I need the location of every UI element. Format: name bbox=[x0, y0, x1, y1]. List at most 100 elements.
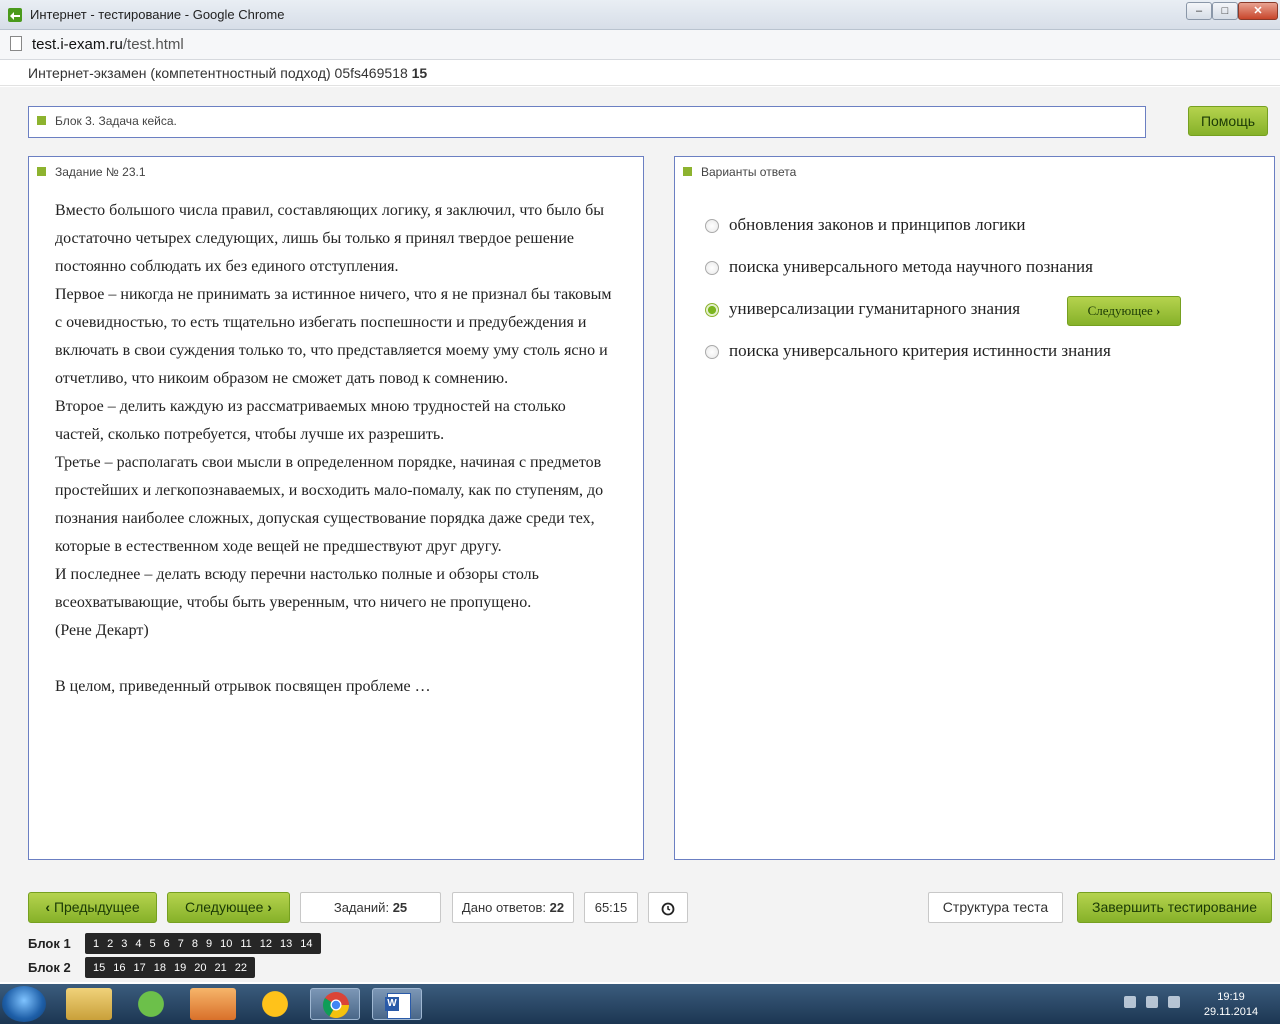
tasks-count-box: Заданий: 25 bbox=[300, 892, 441, 923]
question-number-link[interactable]: 11 bbox=[236, 938, 255, 950]
next-button[interactable]: Следующее › bbox=[167, 892, 290, 923]
address-bar[interactable]: test.i-exam.ru/test.html bbox=[0, 30, 1280, 60]
question-number-link[interactable]: 5 bbox=[146, 938, 160, 950]
chevron-right-icon: › bbox=[1156, 303, 1161, 318]
radio-button[interactable] bbox=[705, 345, 719, 359]
radio-button[interactable] bbox=[705, 219, 719, 233]
help-button[interactable]: Помощь bbox=[1188, 106, 1268, 136]
chrome-logo-icon bbox=[322, 992, 350, 1019]
tasks-count: 25 bbox=[392, 900, 408, 915]
maximize-button[interactable]: □ bbox=[1212, 2, 1238, 20]
question-number-link[interactable]: 15 bbox=[89, 962, 109, 974]
task-paragraph: Вместо большого числа правил, составляющ… bbox=[55, 202, 604, 275]
url-path: /test.html bbox=[122, 36, 184, 53]
answer-option-text: поиска универсального критерия истинност… bbox=[729, 341, 1111, 360]
question-number-link[interactable]: 22 bbox=[231, 962, 251, 974]
clock-button[interactable] bbox=[648, 892, 688, 923]
start-button[interactable] bbox=[2, 986, 46, 1022]
block-2-numbers: 15 16 17 18 19 20 21 22 bbox=[85, 957, 255, 978]
test-structure-button[interactable]: Структура теста bbox=[928, 892, 1063, 923]
question-number-link[interactable]: 4 bbox=[131, 938, 145, 950]
previous-label: Предыдущее bbox=[53, 899, 140, 915]
clock-icon bbox=[661, 902, 675, 915]
task-paragraph: Второе – делить каждую из рассматриваемы… bbox=[55, 398, 566, 443]
task-paragraph: И последнее – делать всюду перечни насто… bbox=[55, 566, 539, 611]
app-icon bbox=[8, 8, 22, 22]
block-1-label: Блок 1 bbox=[28, 936, 71, 951]
explorer-icon[interactable] bbox=[66, 988, 112, 1020]
question-number-link[interactable]: 9 bbox=[202, 938, 216, 950]
url-host: test.i-exam.ru bbox=[32, 36, 123, 53]
block-panel: Блок 3. Задача кейса. bbox=[28, 106, 1146, 138]
question-number-link[interactable]: 19 bbox=[170, 962, 190, 974]
next-inline-button[interactable]: Следующее › bbox=[1067, 296, 1181, 326]
mail-agent-icon[interactable] bbox=[252, 988, 298, 1020]
window-titlebar: Интернет - тестирование - Google Chrome … bbox=[0, 0, 1280, 30]
url-text[interactable]: test.i-exam.ru/test.html bbox=[32, 36, 184, 53]
answered-count-box: Дано ответов: 22 bbox=[452, 892, 574, 923]
question-number-link[interactable]: 20 bbox=[190, 962, 210, 974]
task-question: В целом, приведенный отрывок посвящен пр… bbox=[55, 678, 431, 695]
network-icon[interactable] bbox=[1146, 996, 1158, 1008]
task-paragraph: Первое – никогда не принимать за истинно… bbox=[55, 286, 612, 387]
utorrent-icon[interactable] bbox=[128, 988, 174, 1020]
task-text: Вместо большого числа правил, составляющ… bbox=[55, 197, 615, 701]
minimize-button[interactable]: – bbox=[1186, 2, 1212, 20]
task-title: Задание № 23.1 bbox=[37, 165, 146, 179]
question-number-link[interactable]: 17 bbox=[130, 962, 150, 974]
answer-option-text: обновления законов и принципов логики bbox=[729, 215, 1026, 234]
answered-count: 22 bbox=[549, 900, 565, 915]
tray-time: 19:19 bbox=[1217, 991, 1245, 1003]
question-number-link[interactable]: 1 bbox=[89, 938, 103, 950]
question-number-link[interactable]: 16 bbox=[109, 962, 129, 974]
tray-arrow-icon[interactable] bbox=[1124, 996, 1136, 1008]
previous-button[interactable]: ‹ Предыдущее bbox=[28, 892, 157, 923]
timer: 65:15 bbox=[584, 892, 638, 923]
block-title-text: Блок 3. Задача кейса. bbox=[55, 114, 177, 128]
close-button[interactable]: ✕ bbox=[1238, 2, 1278, 20]
tasks-label: Заданий: bbox=[333, 900, 390, 915]
question-number-link[interactable]: 13 bbox=[276, 938, 296, 950]
exam-header: Интернет-экзамен (компетентностный подхо… bbox=[0, 60, 1280, 86]
question-number-link[interactable]: 12 bbox=[256, 938, 276, 950]
square-bullet-icon bbox=[683, 167, 692, 177]
question-number-link[interactable]: 14 bbox=[296, 938, 316, 950]
square-bullet-icon bbox=[37, 116, 46, 126]
answer-option-text: универсализации гуманитарного знания bbox=[729, 299, 1021, 318]
question-number-link[interactable]: 6 bbox=[160, 938, 174, 950]
tray-date: 29.11.2014 bbox=[1203, 1006, 1259, 1018]
question-number-link[interactable]: 21 bbox=[211, 962, 231, 974]
task-author: (Рене Декарт) bbox=[55, 622, 149, 639]
answers-panel: Варианты ответа обновления законов и при… bbox=[674, 156, 1275, 860]
flag-icon[interactable] bbox=[1168, 996, 1180, 1008]
task-spacer bbox=[55, 645, 615, 673]
square-bullet-icon bbox=[37, 167, 46, 177]
question-number-link[interactable]: 8 bbox=[188, 938, 202, 950]
exam-title: Интернет-экзамен (компетентностный подхо… bbox=[28, 65, 427, 81]
exam-title-text: Интернет-экзамен (компетентностный подхо… bbox=[28, 65, 408, 81]
tray-clock[interactable]: 19:19 29.11.2014 bbox=[1196, 990, 1266, 1020]
page-icon bbox=[10, 36, 22, 51]
radio-button-selected[interactable] bbox=[705, 303, 719, 317]
window-title: Интернет - тестирование - Google Chrome bbox=[30, 7, 285, 22]
question-number-link[interactable]: 18 bbox=[150, 962, 170, 974]
question-number-link[interactable]: 10 bbox=[216, 938, 236, 950]
next-label: Следующее bbox=[185, 899, 264, 915]
answer-option-text: поиска универсального метода научного по… bbox=[729, 257, 1093, 276]
question-number-link[interactable]: 7 bbox=[174, 938, 188, 950]
word-icon[interactable]: W bbox=[372, 988, 422, 1020]
answered-label: Дано ответов: bbox=[461, 900, 546, 915]
block-title: Блок 3. Задача кейса. bbox=[37, 114, 177, 128]
task-title-text: Задание № 23.1 bbox=[55, 165, 146, 179]
chevron-left-icon: ‹ bbox=[45, 899, 51, 915]
exam-number: 15 bbox=[411, 65, 428, 81]
media-player-icon[interactable] bbox=[190, 988, 236, 1020]
answers-title: Варианты ответа bbox=[683, 165, 796, 179]
chevron-right-icon: › bbox=[267, 899, 272, 915]
finish-test-button[interactable]: Завершить тестирование bbox=[1077, 892, 1272, 923]
radio-button[interactable] bbox=[705, 261, 719, 275]
task-panel: Задание № 23.1 Вместо большого числа пра… bbox=[28, 156, 644, 860]
question-number-link[interactable]: 2 bbox=[103, 938, 117, 950]
question-number-link[interactable]: 3 bbox=[117, 938, 131, 950]
chrome-icon[interactable] bbox=[310, 988, 360, 1020]
